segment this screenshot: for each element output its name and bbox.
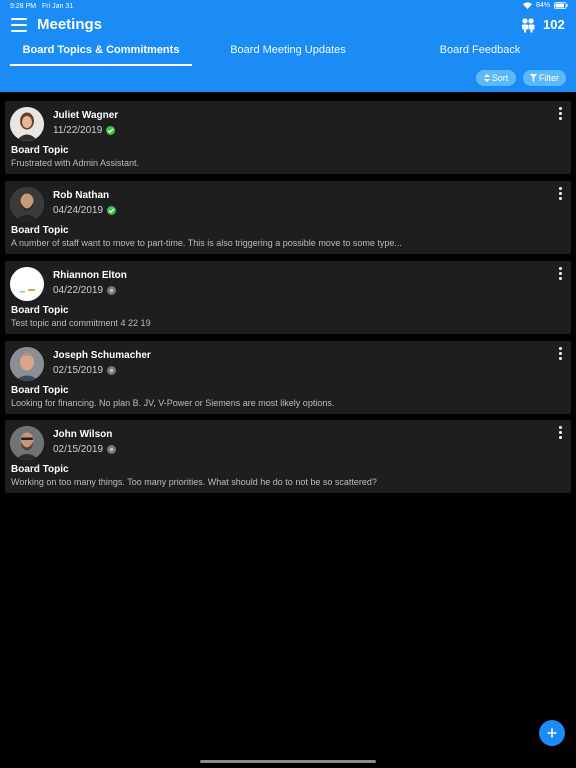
battery-percent: 84% xyxy=(535,2,550,9)
add-button[interactable] xyxy=(539,720,565,746)
more-options-icon[interactable] xyxy=(557,267,563,281)
topic-card[interactable]: Rob Nathan 04/24/2019 Board Topic A numb… xyxy=(5,181,571,254)
topic-date: 02/15/2019 xyxy=(53,365,104,376)
date-row: 11/22/2019 xyxy=(53,125,116,136)
pending-status-icon xyxy=(107,286,117,295)
topic-date: 11/22/2019 xyxy=(53,125,103,136)
topic-label: Board Topic xyxy=(11,385,69,396)
person-name: Rhiannon Elton xyxy=(53,270,127,281)
tab-board-meeting-updates[interactable]: Board Meeting Updates xyxy=(200,40,376,64)
tab-board-feedback[interactable]: Board Feedback xyxy=(392,40,568,64)
pending-status-icon xyxy=(107,445,117,454)
topic-text: Frustrated with Admin Assistant. xyxy=(11,158,140,168)
page-title: Meetings xyxy=(37,16,103,33)
status-indicators: 84% xyxy=(522,2,568,9)
battery-icon xyxy=(554,2,568,9)
person-name: Joseph Schumacher xyxy=(53,350,151,361)
more-options-icon[interactable] xyxy=(557,187,563,201)
topic-card[interactable]: Joseph Schumacher 02/15/2019 Board Topic… xyxy=(5,341,571,414)
filter-icon xyxy=(530,74,537,82)
date-row: 04/22/2019 xyxy=(53,285,117,296)
topic-date: 02/15/2019 xyxy=(53,444,104,455)
topic-label: Board Topic xyxy=(11,145,69,156)
filter-label: Filter xyxy=(539,73,559,83)
more-options-icon[interactable] xyxy=(557,107,563,121)
topic-card[interactable]: John Wilson 02/15/2019 Board Topic Worki… xyxy=(5,420,571,493)
person-name: Rob Nathan xyxy=(53,190,110,201)
topic-label: Board Topic xyxy=(11,464,69,475)
avatar xyxy=(10,187,44,221)
person-name: John Wilson xyxy=(53,429,113,440)
avatar xyxy=(10,267,44,301)
tab-bar: Board Topics & Commitments Board Meeting… xyxy=(0,40,576,66)
topic-text: Working on too many things. Too many pri… xyxy=(11,477,377,487)
more-options-icon[interactable] xyxy=(557,426,563,440)
filter-button[interactable]: Filter xyxy=(523,70,566,86)
plus-icon xyxy=(547,728,557,738)
sort-button[interactable]: Sort xyxy=(476,70,516,86)
wifi-icon xyxy=(522,2,532,9)
topic-text: Test topic and commitment 4 22 19 xyxy=(11,318,151,328)
hamburger-menu-icon[interactable] xyxy=(11,18,27,32)
sort-icon xyxy=(483,74,490,82)
member-count: 102 xyxy=(543,17,565,32)
sort-label: Sort xyxy=(491,73,509,83)
avatar xyxy=(10,107,44,141)
topic-text: Looking for financing. No plan B. JV, V-… xyxy=(11,398,335,408)
person-name: Juliet Wagner xyxy=(53,110,119,121)
home-indicator[interactable] xyxy=(200,760,376,763)
more-options-icon[interactable] xyxy=(557,347,563,361)
status-date: Fri Jan 31 xyxy=(42,3,74,10)
avatar xyxy=(10,347,44,381)
topic-card[interactable]: Rhiannon Elton 04/22/2019 Board Topic Te… xyxy=(5,261,571,334)
app-header: 9:28 PM Fri Jan 31 84% Meetings 102 Boar… xyxy=(0,0,576,92)
complete-check-icon xyxy=(107,206,117,215)
date-row: 02/15/2019 xyxy=(53,444,117,455)
status-time: 9:28 PM xyxy=(10,3,37,10)
topic-date: 04/22/2019 xyxy=(53,285,104,296)
topic-card[interactable]: Juliet Wagner 11/22/2019 Board Topic Fru… xyxy=(5,101,571,174)
topic-label: Board Topic xyxy=(11,225,69,236)
status-bar: 9:28 PM Fri Jan 31 84% xyxy=(0,0,576,14)
tab-board-topics[interactable]: Board Topics & Commitments xyxy=(10,40,192,66)
pending-status-icon xyxy=(107,366,117,375)
topic-date: 04/24/2019 xyxy=(53,205,104,216)
topic-text: A number of staff want to move to part-t… xyxy=(11,238,402,248)
date-row: 04/24/2019 xyxy=(53,205,117,216)
group-users-icon[interactable] xyxy=(520,17,536,33)
topic-label: Board Topic xyxy=(11,305,69,316)
date-row: 02/15/2019 xyxy=(53,365,117,376)
complete-check-icon xyxy=(106,126,116,135)
nav-row: Meetings 102 xyxy=(0,14,576,38)
avatar xyxy=(10,426,44,460)
